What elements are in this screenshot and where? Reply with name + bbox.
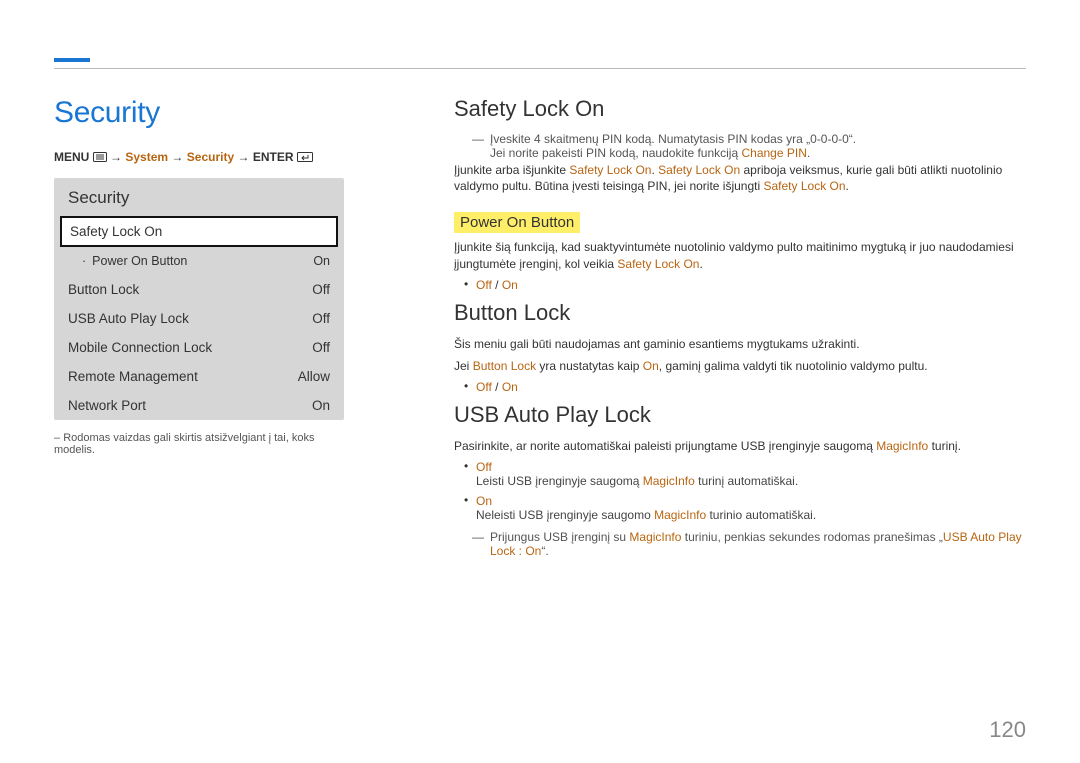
list-item-off: Off Leisti USB įrenginyje saugomą MagicI… — [476, 460, 1026, 488]
breadcrumb-menu: MENU — [54, 150, 89, 164]
button-lock-desc1: Šis meniu gali būti naudojamas ant gamin… — [454, 336, 1026, 352]
menu-label: Power On Button — [92, 254, 187, 268]
uapl-desc: Pasirinkite, ar norite automatiškai pale… — [454, 438, 1026, 454]
panel-note-text: Rodomas vaizdas gali skirtis atsižvelgia… — [54, 432, 314, 456]
breadcrumb: MENU → System → Security → ENTER — [54, 150, 344, 164]
breadcrumb-enter: ENTER — [253, 150, 294, 164]
menu-label: Remote Management — [68, 369, 198, 384]
menu-value: On — [313, 254, 330, 268]
breadcrumb-system: System — [125, 150, 168, 164]
sub-bullet: · — [82, 254, 86, 268]
menu-row-selected[interactable]: Safety Lock On — [60, 216, 338, 247]
heading-usb-auto-play-lock: USB Auto Play Lock — [454, 402, 1026, 428]
option-on: On — [502, 278, 518, 292]
power-on-button-options: Off / On — [454, 278, 1026, 292]
page-title: Security — [54, 96, 344, 130]
option-off: Off — [476, 278, 492, 292]
uapl-options: Off Leisti USB įrenginyje saugomą MagicI… — [454, 460, 1026, 522]
option-on: On — [476, 494, 492, 508]
left-column: Security MENU → System → Security → ENTE… — [54, 96, 344, 560]
dash-icon: ― — [472, 132, 484, 160]
menu-label: Network Port — [68, 398, 146, 413]
safety-lock-on-desc: Įjunkite arba išjunkite Safety Lock On. … — [454, 162, 1026, 194]
page: Security MENU → System → Security → ENTE… — [0, 0, 1080, 763]
option-off: Off — [476, 380, 492, 394]
menu-row-network-port[interactable]: Network Port On — [54, 391, 344, 420]
arrow-3: → — [237, 150, 249, 164]
heading-safety-lock-on: Safety Lock On — [454, 96, 1026, 122]
menu-row-button-lock[interactable]: Button Lock Off — [54, 275, 344, 304]
header-rule — [54, 68, 1026, 69]
menu-value: Off — [312, 311, 330, 326]
menu-label: Button Lock — [68, 282, 139, 297]
menu-selected-label: Safety Lock On — [70, 224, 162, 239]
menu-value: Off — [312, 340, 330, 355]
menu-row-remote-management[interactable]: Remote Management Allow — [54, 362, 344, 391]
menu-value: On — [312, 398, 330, 413]
arrow-2: → — [171, 150, 183, 164]
option-off: Off — [476, 460, 492, 474]
list-item: Off / On — [476, 278, 1026, 292]
menu-row-power-on-button[interactable]: · Power On Button On — [54, 247, 344, 275]
button-lock-options: Off / On — [454, 380, 1026, 394]
panel-note-prefix: – — [54, 432, 60, 444]
note-pin-change-pin: Change PIN — [741, 146, 806, 160]
menu-label: USB Auto Play Lock — [68, 311, 189, 326]
heading-power-on-button: Power On Button — [454, 212, 580, 233]
right-column: Safety Lock On ― Įveskite 4 skaitmenų PI… — [454, 96, 1026, 560]
power-on-button-desc: Įjunkite šią funkciją, kad suaktyvintumė… — [454, 239, 1026, 271]
menu-icon — [93, 152, 107, 162]
menu-label: Mobile Connection Lock — [68, 340, 212, 355]
uapl-on-note: Neleisti USB įrenginyje saugomo MagicInf… — [476, 508, 1026, 522]
uapl-off-note: Leisti USB įrenginyje saugomą MagicInfo … — [476, 474, 1026, 488]
menu-panel-title: Security — [54, 178, 344, 216]
arrow-1: → — [110, 150, 122, 164]
breadcrumb-security: Security — [187, 150, 234, 164]
enter-icon — [297, 152, 313, 162]
heading-button-lock: Button Lock — [454, 300, 1026, 326]
note-pin-line1: Įveskite 4 skaitmenų PIN kodą. Numatytas… — [490, 132, 856, 146]
button-lock-desc2: Jei Button Lock yra nustatytas kaip On, … — [454, 358, 1026, 374]
page-number: 120 — [989, 717, 1026, 743]
menu-row-mobile-connection-lock[interactable]: Mobile Connection Lock Off — [54, 333, 344, 362]
dash-icon: ― — [472, 530, 484, 558]
list-item: Off / On — [476, 380, 1026, 394]
panel-note: – Rodomas vaizdas gali skirtis atsižvelg… — [54, 432, 344, 456]
note-pin-line2-pre: Jei norite pakeisti PIN kodą, naudokite … — [490, 146, 741, 160]
uapl-tail-note: ― Prijungus USB įrenginį su MagicInfo tu… — [472, 530, 1026, 558]
menu-value: Allow — [298, 369, 330, 384]
note-pin-line2-post: . — [807, 146, 810, 160]
header-accent — [54, 58, 90, 62]
option-on: On — [502, 380, 518, 394]
menu-row-usb-auto-play-lock[interactable]: USB Auto Play Lock Off — [54, 304, 344, 333]
list-item-on: On Neleisti USB įrenginyje saugomo Magic… — [476, 494, 1026, 522]
menu-value: Off — [312, 282, 330, 297]
note-pin-default: ― Įveskite 4 skaitmenų PIN kodą. Numatyt… — [472, 132, 1026, 160]
menu-panel: Security Safety Lock On · Power On Button… — [54, 178, 344, 420]
